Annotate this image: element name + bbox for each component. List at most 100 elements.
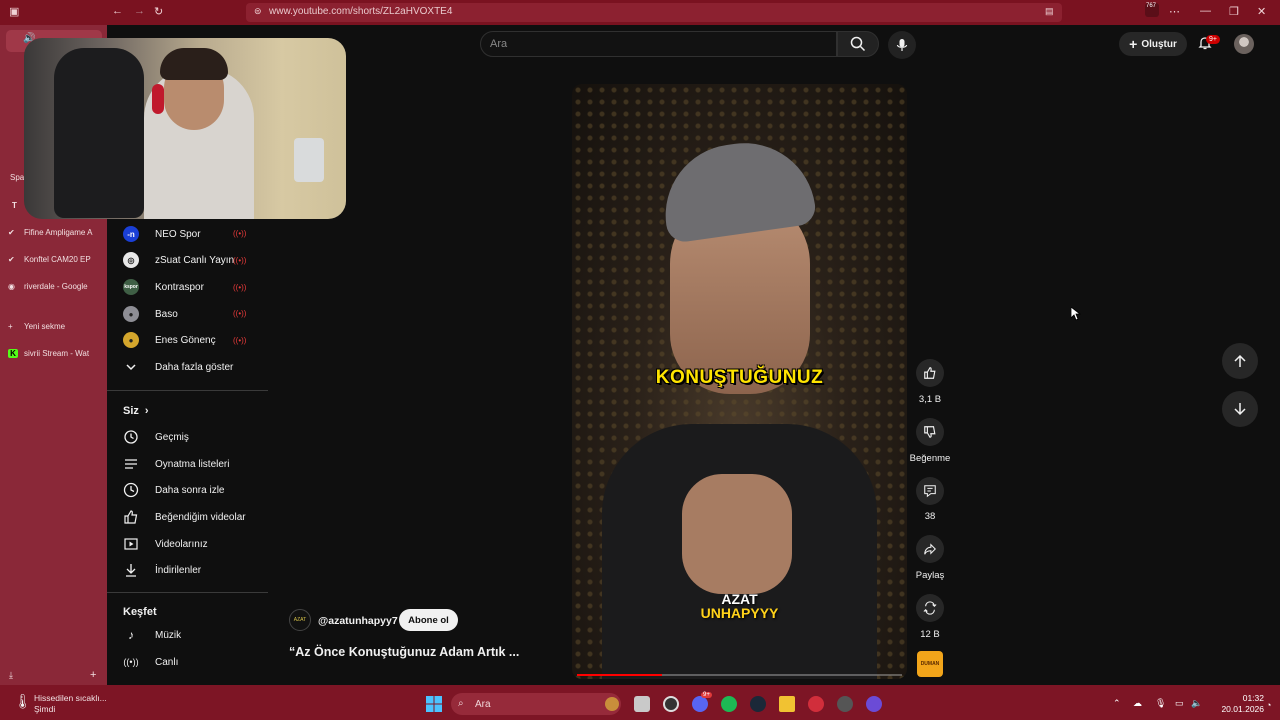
spotify-icon[interactable] (721, 696, 737, 712)
obs-icon[interactable] (663, 696, 679, 712)
tray-chevron-icon[interactable]: ⌃ (1113, 698, 1121, 709)
close-window-icon[interactable]: ✕ (1257, 5, 1266, 18)
channel-avatar: -n (123, 226, 139, 242)
weather-icon[interactable]: 🌡 (14, 693, 32, 710)
mic-tray-icon[interactable]: 🎙 (1155, 698, 1166, 709)
comment-count: 38 (924, 511, 936, 522)
sidebar-channel[interactable]: kspor Kontraspor (123, 278, 204, 296)
remix-button[interactable] (916, 594, 944, 622)
app-icon[interactable] (837, 696, 853, 712)
next-short-button[interactable] (1222, 391, 1258, 427)
arrow-up-icon (1234, 354, 1246, 367)
you-section-heading[interactable]: Siz › (123, 405, 149, 417)
network-icon[interactable]: ▭ (1175, 698, 1184, 709)
search-icon (850, 36, 866, 52)
tab-count-badge: 767 (1146, 3, 1157, 9)
sidebar-item-live[interactable]: ((•)) Canlı (123, 653, 178, 671)
reload-icon[interactable]: ↻ (154, 5, 163, 18)
forward-icon[interactable]: → (134, 5, 145, 17)
sidebar-channel[interactable]: ◎ zSuat Canlı Yayın (123, 251, 234, 269)
sidebar-item-music[interactable]: ♪ Müzik (123, 626, 181, 644)
restore-icon[interactable]: ❐ (1229, 5, 1239, 18)
dislike-button[interactable] (916, 418, 944, 446)
sidebar-item-downloads[interactable]: İndirilenler (123, 561, 201, 579)
create-button[interactable]: + Oluştur (1119, 32, 1187, 56)
search-button[interactable] (837, 31, 879, 57)
live-icon: ((•)) (123, 657, 139, 667)
site-info-icon[interactable]: ⊜ (254, 6, 262, 17)
like-button[interactable] (916, 359, 944, 387)
tab-item[interactable]: ✔ Konftel CAM20 EP (8, 255, 100, 264)
watch-later-icon (123, 482, 139, 498)
channel-avatar: kspor (123, 279, 139, 295)
onedrive-icon[interactable]: ☁ (1133, 698, 1142, 709)
sidebar-item-history[interactable]: Geçmiş (123, 428, 189, 446)
sidebar-item-playlists[interactable]: Oynatma listeleri (123, 455, 229, 473)
tab-item[interactable]: Ksivrii Stream - Wat (8, 349, 100, 358)
opera-gx-icon[interactable] (808, 696, 824, 712)
search-input[interactable] (480, 31, 837, 57)
profile-avatar[interactable] (1234, 34, 1254, 54)
share-icon (924, 543, 936, 555)
sidebar-item-liked[interactable]: Beğendiğim videolar (123, 508, 246, 526)
check-icon: ✔ (8, 255, 15, 264)
mug (294, 138, 324, 182)
menu-dots-icon[interactable]: ⋯ (1169, 5, 1180, 18)
share-button[interactable] (916, 535, 944, 563)
channel-avatar[interactable]: AZAT (289, 609, 311, 631)
webcam-overlay (24, 38, 346, 219)
taskbar-search-placeholder: Ara (475, 699, 491, 710)
previous-short-button[interactable] (1222, 343, 1258, 379)
sidebar-divider (107, 592, 268, 593)
add-tab-icon[interactable]: + (90, 669, 96, 681)
thumbs-up-icon (924, 367, 936, 379)
plus-icon: + (8, 322, 13, 331)
dislike-label: Beğenme (909, 453, 951, 464)
sidebar-item-your-videos[interactable]: Videolarınız (123, 535, 208, 553)
system-clock[interactable]: 01:32 20.01.2026 (1208, 693, 1264, 715)
headphone-left (152, 84, 164, 114)
live-indicator-icon: ((•)) (233, 229, 247, 238)
sidebar-channel[interactable]: ● Baso (123, 305, 178, 323)
discord-icon[interactable] (692, 696, 708, 712)
tab-item[interactable]: ✔ Fifine Ampligame A (8, 228, 100, 237)
app-icon[interactable] (866, 696, 882, 712)
tab-section-label: Spa (10, 173, 25, 182)
new-tab-button[interactable]: + Yeni sekme (8, 322, 100, 331)
reader-mode-icon[interactable]: ▤ (1045, 6, 1054, 17)
downloads-icon[interactable]: ⤓ (9, 670, 13, 681)
video-title[interactable]: “Az Önce Konuştuğunuz Adam Artık ... (289, 645, 519, 659)
playlists-icon (123, 456, 139, 472)
video-caption: KONUŞTUĞUNUZ (655, 367, 824, 388)
channel-handle[interactable]: @azatunhapyy7 (318, 615, 398, 627)
weather-widget[interactable]: Hissedilen sıcaklı... Şimdi (34, 693, 107, 715)
sidebar-item-watch-later[interactable]: Daha sonra izle (123, 481, 224, 499)
audio-track-thumbnail[interactable]: DUMAN (917, 651, 943, 677)
channel-avatar: ● (123, 332, 139, 348)
task-view-icon[interactable] (634, 696, 650, 712)
volume-icon[interactable]: 🔈 (1191, 698, 1202, 709)
search-highlight-icon (605, 697, 619, 711)
sidebar-channel[interactable]: -n NEO Spor (123, 225, 201, 243)
microphone-icon (896, 39, 908, 51)
tab-item[interactable]: ◉ riverdale - Google (8, 282, 100, 291)
back-icon[interactable]: ← (112, 5, 123, 17)
subscribe-button[interactable]: Abone ol (399, 609, 458, 631)
show-more-button[interactable]: Daha fazla göster (123, 358, 233, 376)
comments-button[interactable] (916, 477, 944, 505)
short-video-player[interactable]: KONUŞTUĞUNUZ AZAT UNHAPYYY (572, 84, 907, 679)
notification-badge: 9+ (1206, 35, 1220, 44)
minimize-icon[interactable]: — (1200, 5, 1211, 17)
pinned-tab-letter[interactable]: T (12, 201, 17, 210)
file-explorer-icon[interactable] (779, 696, 795, 712)
sidebar-divider (107, 390, 268, 391)
notification-center-icon[interactable]: ◔ (1266, 700, 1271, 710)
start-button[interactable] (426, 696, 442, 712)
channel-avatar: ◎ (123, 252, 139, 268)
steam-icon[interactable] (750, 696, 766, 712)
search-icon: ⌕ (458, 698, 464, 709)
sidebar-channel[interactable]: ● Enes Gönenç (123, 331, 216, 349)
windows-logo-icon (426, 696, 442, 712)
sidebar-toggle-icon[interactable]: ▣ (9, 5, 19, 18)
voice-search-button[interactable] (888, 31, 916, 59)
